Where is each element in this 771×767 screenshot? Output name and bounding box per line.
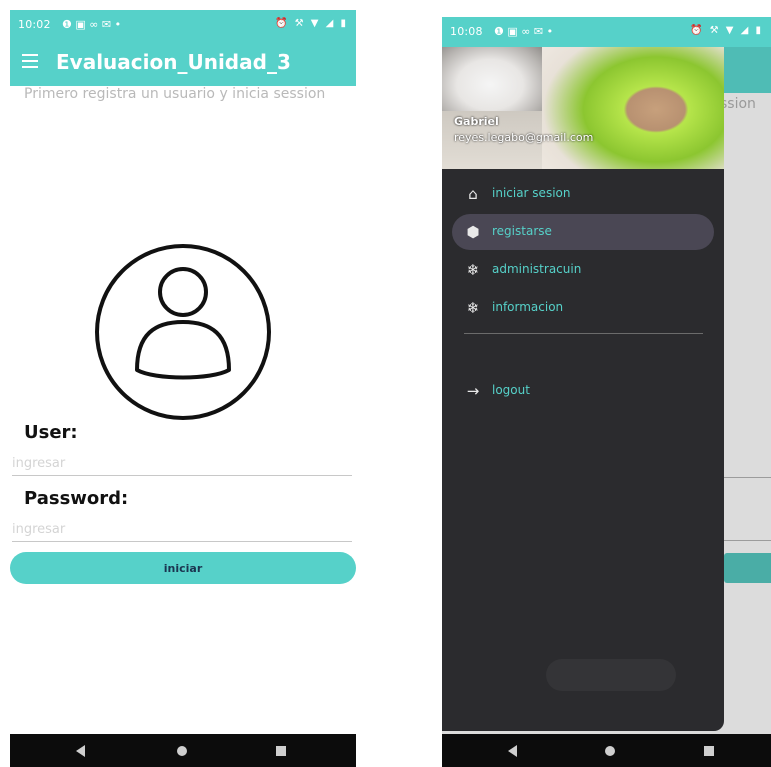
hexagon-icon: ⬢ bbox=[466, 223, 480, 241]
drawer-item-logout[interactable]: → logout bbox=[452, 373, 714, 409]
instruction-text: Primero registra un usuario y inicia ses… bbox=[24, 86, 326, 102]
notification-icons: ❶ ▣ ∞ ✉ • bbox=[62, 18, 122, 31]
login-button-dimmed bbox=[724, 553, 771, 583]
system-nav-bar bbox=[442, 734, 771, 767]
status-time: 10:08 bbox=[450, 25, 483, 38]
drawer-item-label: iniciar sesion bbox=[492, 186, 571, 200]
password-input[interactable] bbox=[12, 517, 352, 542]
notification-icons: ❶ ▣ ∞ ✉ • bbox=[494, 25, 554, 38]
drawer-item-informacion[interactable]: ❄ informacion bbox=[452, 290, 714, 326]
status-bar: 10:08 ❶ ▣ ∞ ✉ • ⏰ ⚒ ▼ ◢ ▮ bbox=[442, 17, 771, 47]
kitten-frog-hat-photo bbox=[542, 47, 724, 169]
instruction-text-dimmed: ssion bbox=[720, 96, 756, 112]
system-status-icons: ⏰ ⚒ ▼ ◢ ▮ bbox=[274, 18, 348, 29]
login-button[interactable]: iniciar bbox=[10, 552, 356, 584]
navigation-drawer: Gabriel reyes.legabo@gmail.com ⌂ iniciar… bbox=[442, 47, 724, 731]
white-cat-photo bbox=[442, 47, 542, 111]
drawer-item-label: administracuin bbox=[492, 262, 582, 276]
nav-back-icon[interactable] bbox=[76, 745, 85, 757]
drawer-divider bbox=[464, 333, 703, 334]
drawer-item-administracuin[interactable]: ❄ administracuin bbox=[452, 252, 714, 288]
drawer-bottom-pill bbox=[546, 659, 676, 691]
snowflake-icon: ❄ bbox=[466, 261, 480, 279]
hamburger-menu-icon[interactable] bbox=[22, 54, 38, 68]
snowflake-icon: ❄ bbox=[466, 299, 480, 317]
system-status-icons: ⏰ ⚒ ▼ ◢ ▮ bbox=[689, 25, 763, 36]
drawer-item-label: logout bbox=[492, 383, 530, 397]
login-screen: 10:02 ❶ ▣ ∞ ✉ • ⏰ ⚒ ▼ ◢ ▮ Evaluacion_Uni… bbox=[10, 10, 356, 767]
user-label: User: bbox=[24, 422, 78, 443]
drawer-screen: 10:08 ❶ ▣ ∞ ✉ • ⏰ ⚒ ▼ ◢ ▮ ssion Gabriel … bbox=[442, 17, 771, 767]
drawer-item-label: registarse bbox=[492, 224, 552, 238]
drawer-item-iniciar-sesion[interactable]: ⌂ iniciar sesion bbox=[452, 176, 714, 212]
drawer-item-label: informacion bbox=[492, 300, 564, 314]
nav-recents-icon[interactable] bbox=[276, 746, 286, 756]
input-underline-dimmed bbox=[724, 540, 771, 541]
user-avatar-icon bbox=[95, 244, 271, 420]
user-input[interactable] bbox=[12, 451, 352, 476]
nav-back-icon[interactable] bbox=[508, 745, 517, 757]
drawer-user-name: Gabriel bbox=[454, 115, 499, 128]
nav-home-icon[interactable] bbox=[605, 746, 615, 756]
drawer-header: Gabriel reyes.legabo@gmail.com bbox=[442, 47, 724, 169]
nav-recents-icon[interactable] bbox=[704, 746, 714, 756]
app-bar: Evaluacion_Unidad_3 bbox=[10, 40, 356, 86]
input-underline-dimmed bbox=[724, 477, 771, 478]
drawer-user-email: reyes.legabo@gmail.com bbox=[454, 131, 594, 144]
system-nav-bar bbox=[10, 734, 356, 767]
status-bar: 10:02 ❶ ▣ ∞ ✉ • ⏰ ⚒ ▼ ◢ ▮ bbox=[10, 10, 356, 40]
password-label: Password: bbox=[24, 488, 129, 509]
arrow-right-icon: → bbox=[466, 382, 480, 400]
status-time: 10:02 bbox=[18, 18, 51, 31]
app-title: Evaluacion_Unidad_3 bbox=[56, 50, 291, 74]
drawer-item-registarse[interactable]: ⬢ registarse bbox=[452, 214, 714, 250]
home-icon: ⌂ bbox=[468, 185, 478, 203]
nav-home-icon[interactable] bbox=[177, 746, 187, 756]
